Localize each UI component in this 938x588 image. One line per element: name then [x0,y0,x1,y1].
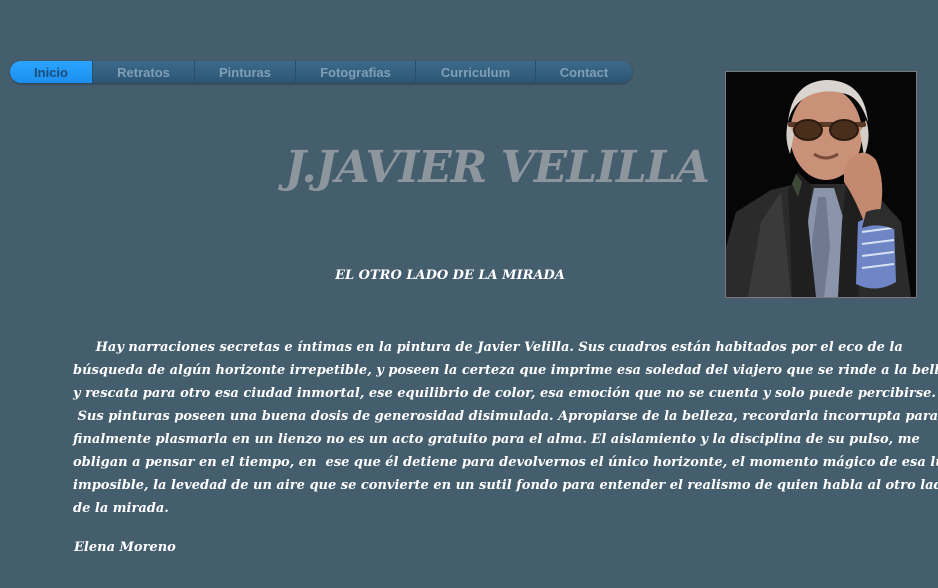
nav-item-curriculum[interactable]: Curriculum [415,61,535,83]
statement-line: búsqueda de algún horizonte irrepetible,… [73,363,938,378]
statement-line: de la mirada. [73,501,169,516]
nav-item-inicio[interactable]: Inicio [10,61,92,83]
author-signature: Elena Moreno [74,540,176,555]
statement-line: Sus pinturas poseen una buena dosis de g… [73,409,938,424]
section-subtitle: EL OTRO LADO DE LA MIRADA [335,268,565,283]
statement-line: Hay narraciones secretas e íntimas en la… [73,340,903,355]
page-title: J.JAVIER VELILLA [285,142,710,193]
artist-portrait [725,71,917,298]
nav-item-retratos[interactable]: Retratos [92,61,194,83]
main-nav: Inicio Retratos Pinturas Fotografias Cur… [10,61,632,83]
nav-item-fotografias[interactable]: Fotografias [295,61,415,83]
statement-line: y rescata para otro esa ciudad inmortal,… [73,386,936,401]
nav-item-contact[interactable]: Contact [535,61,632,83]
nav-item-pinturas[interactable]: Pinturas [194,61,295,83]
artist-statement: Hay narraciones secretas e íntimas en la… [73,336,938,520]
statement-line: finalmente plasmarla en un lienzo no es … [73,432,920,447]
statement-line: obligan a pensar en el tiempo, en ese qu… [73,455,938,470]
portrait-image [726,72,916,297]
statement-line: imposible, la levedad de un aire que se … [73,478,938,493]
